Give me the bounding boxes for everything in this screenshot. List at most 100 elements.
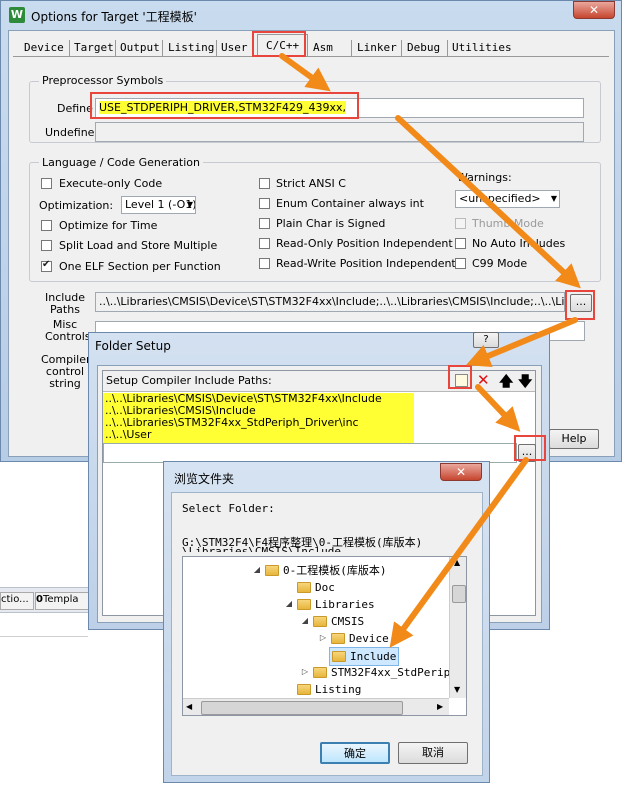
folder-icon (313, 666, 327, 678)
folder-icon (297, 683, 311, 695)
tree-vertical-scrollbar[interactable]: ▲ ▼ (449, 557, 466, 698)
tab-utilities[interactable]: Utilities (450, 39, 514, 56)
enum-container-label: Enum Container always int (276, 197, 424, 210)
optimization-select[interactable]: Level 1 (-O1) ▼ (121, 196, 196, 214)
scroll-right-icon[interactable]: ▶ (437, 702, 443, 711)
ro-pi-checkbox[interactable] (259, 238, 270, 249)
execute-only-checkbox[interactable] (41, 178, 52, 189)
expand-icon[interactable]: ▷ (319, 633, 327, 642)
define-highlight-box (90, 92, 359, 119)
close-icon: ✕ (588, 3, 600, 17)
chevron-down-icon: ▼ (186, 200, 193, 209)
collapse-icon[interactable]: ◢ (301, 616, 309, 625)
c99-mode-checkbox[interactable] (455, 258, 466, 269)
scroll-down-icon[interactable]: ▼ (454, 685, 460, 694)
cancel-button[interactable]: 取消 (398, 742, 468, 764)
ide-tab-templates-label: Templa (42, 594, 79, 605)
preprocessor-group-title: Preprocessor Symbols (39, 74, 167, 87)
enum-container-checkbox[interactable] (259, 198, 270, 209)
path-row[interactable]: ..\..\User (105, 429, 151, 441)
ro-pi-label: Read-Only Position Independent (276, 237, 453, 250)
tab-listing[interactable]: Listing (166, 39, 216, 56)
close-button[interactable]: ✕ (573, 1, 615, 19)
tab-asm[interactable]: Asm (311, 39, 335, 56)
app-icon: W (9, 7, 25, 23)
browse-dialog-client: Select Folder: G:\STM32F4\F4程序整理\0-工程模板(… (171, 492, 483, 776)
tree-item[interactable]: Libraries (297, 596, 375, 613)
define-label: Define (57, 102, 93, 115)
delete-icon[interactable]: ✕ (477, 371, 490, 389)
c99-mode-label: C99 Mode (472, 257, 528, 270)
tab-linker[interactable]: Linker (355, 39, 399, 56)
optimize-time-label: Optimize for Time (59, 219, 158, 232)
tab-debug[interactable]: Debug (405, 39, 442, 56)
tree-item[interactable]: Listing (297, 681, 361, 698)
undefine-field[interactable] (95, 122, 584, 142)
browse-close-button[interactable]: ✕ (440, 463, 482, 481)
tab-target[interactable]: Target (72, 39, 116, 56)
rw-pi-checkbox[interactable] (259, 258, 270, 269)
tab-output[interactable]: Output (118, 39, 162, 56)
optimize-time-checkbox[interactable] (41, 220, 52, 231)
execute-only-label: Execute-only Code (59, 177, 163, 190)
include-browse-highlight-box (565, 290, 595, 320)
tab-user[interactable]: User (219, 39, 250, 56)
strict-ansi-label: Strict ANSI C (276, 177, 346, 190)
new-folder-highlight-box (448, 365, 472, 389)
thumb-mode-checkbox[interactable] (455, 218, 466, 229)
scroll-hthumb[interactable] (201, 701, 403, 715)
strict-ansi-checkbox[interactable] (259, 178, 270, 189)
tab-device[interactable]: Device (22, 39, 66, 56)
browse-dialog-title: 浏览文件夹 (174, 472, 235, 486)
tree-item[interactable]: Device (331, 630, 389, 647)
warnings-select[interactable]: <unspecified> ▼ (455, 190, 560, 208)
split-load-checkbox[interactable] (41, 240, 52, 251)
folder-icon (297, 598, 311, 610)
ide-tab-templates[interactable]: 0Templa (35, 592, 89, 610)
scroll-up-icon[interactable]: ▲ (454, 558, 460, 567)
language-group-title: Language / Code Generation (39, 156, 204, 169)
split-load-label: Split Load and Store Multiple (59, 239, 218, 252)
move-down-icon[interactable]: 🡇 (518, 371, 532, 395)
thumb-mode-label: Thumb Mode (472, 217, 544, 230)
scroll-thumb[interactable] (452, 585, 466, 603)
optimization-value: Level 1 (-O1) (125, 198, 196, 211)
folder-tree: 0-工程模板(库版本) ◢ Doc Libraries ◢ CMSIS ◢ De… (182, 556, 467, 716)
cpp-tab-highlight-box (252, 31, 306, 57)
plain-char-label: Plain Char is Signed (276, 217, 386, 230)
ide-tab-functions[interactable]: ctio... (0, 592, 34, 610)
move-up-icon[interactable]: 🡅 (499, 371, 513, 395)
ok-button[interactable]: 确定 (320, 742, 390, 764)
undefine-label: Undefine (45, 126, 95, 139)
window-title: Options for Target '工程模板' (31, 10, 197, 24)
new-path-input[interactable] (103, 443, 517, 463)
warnings-label: Warnings: (457, 171, 512, 184)
no-auto-includes-label: No Auto Includes (472, 237, 566, 250)
folder-icon (331, 632, 345, 644)
chevron-down-icon: ▼ (550, 194, 557, 203)
close-icon: ✕ (455, 465, 467, 479)
folder-icon (297, 581, 311, 593)
plain-char-checkbox[interactable] (259, 218, 270, 229)
help-question-button[interactable]: ? (473, 332, 499, 348)
warnings-value: <unspecified> (459, 192, 541, 205)
include-paths-header-label: Setup Compiler Include Paths: (106, 374, 272, 387)
tree-horizontal-scrollbar[interactable]: ◀ ▶ (183, 698, 449, 715)
tree-item[interactable]: CMSIS (313, 613, 364, 630)
path-browse-highlight-box (514, 435, 546, 461)
one-elf-checkbox[interactable] (41, 259, 52, 272)
selected-path-continuation: \Libraries\CMSIS\Include (182, 546, 341, 552)
collapse-icon[interactable]: ◢ (253, 565, 261, 574)
no-auto-includes-checkbox[interactable] (455, 238, 466, 249)
include-paths-field[interactable]: ..\..\Libraries\CMSIS\Device\ST\STM32F4x… (95, 292, 565, 312)
scroll-left-icon[interactable]: ◀ (186, 702, 192, 711)
collapse-icon[interactable]: ◢ (285, 599, 293, 608)
select-folder-label: Select Folder: (182, 502, 275, 515)
folder-icon (265, 564, 279, 576)
expand-icon[interactable]: ▷ (301, 667, 309, 676)
tree-item[interactable]: STM32F4xx_StdPeriph_ (313, 664, 463, 681)
help-button[interactable]: Help (549, 429, 599, 449)
compiler-control-label: Compiler control string (41, 353, 91, 390)
tree-item[interactable]: Doc (297, 579, 335, 596)
tree-item[interactable]: 0-工程模板(库版本) (265, 562, 387, 579)
